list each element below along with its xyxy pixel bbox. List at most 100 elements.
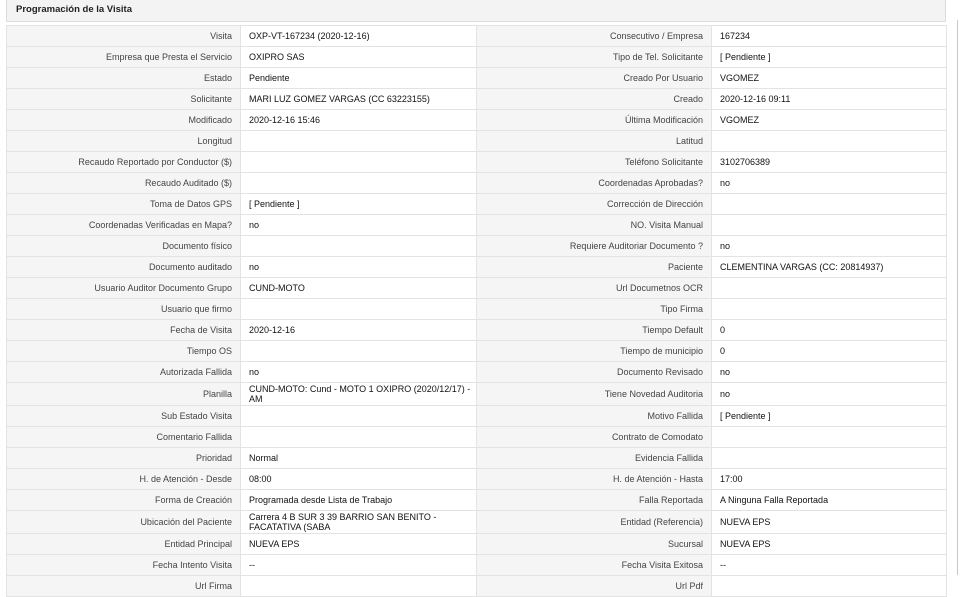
- field-value: [240, 130, 477, 152]
- field-label: Tipo de Tel. Solicitante: [476, 46, 712, 68]
- field-label: Corrección de Dirección: [476, 193, 712, 215]
- field-value: NUEVA EPS: [240, 533, 477, 555]
- field-label: Planilla: [6, 382, 241, 406]
- field-label: Tiempo OS: [6, 340, 241, 362]
- field-value: [711, 298, 947, 320]
- field-value: 3102706389: [711, 151, 947, 173]
- table-row: Tiempo OS Tiempo de municipio 0: [6, 340, 947, 362]
- field-value: [711, 193, 947, 215]
- visit-schedule-panel: Programación de la Visita Visita OXP-VT-1…: [6, 0, 947, 597]
- field-value: --: [711, 554, 947, 576]
- vertical-scrollbar[interactable]: [957, 20, 958, 575]
- field-label: Teléfono Solicitante: [476, 151, 712, 173]
- field-label: Comentario Fallida: [6, 426, 241, 448]
- field-label: Contrato de Comodato: [476, 426, 712, 448]
- field-value: VGOMEZ: [711, 109, 947, 131]
- field-value: NUEVA EPS: [711, 510, 947, 534]
- field-value: no: [711, 382, 947, 406]
- field-value: CLEMENTINA VARGAS (CC: 20814937): [711, 256, 947, 278]
- field-value: MARI LUZ GOMEZ VARGAS (CC 63223155): [240, 88, 477, 110]
- field-value: [711, 426, 947, 448]
- field-label: Empresa que Presta el Servicio: [6, 46, 241, 68]
- field-value: no: [240, 361, 477, 383]
- field-label: Url Firma: [6, 575, 241, 597]
- field-label: Motivo Fallida: [476, 405, 712, 427]
- field-value: [ Pendiente ]: [711, 405, 947, 427]
- table-row: Estado Pendiente Creado Por Usuario VGOMEZ: [6, 67, 947, 89]
- field-label: Solicitante: [6, 88, 241, 110]
- table-row: Empresa que Presta el Servicio OXIPRO SAS…: [6, 46, 947, 68]
- field-label: Visita: [6, 25, 241, 47]
- field-label: Creado: [476, 88, 712, 110]
- table-row: Usuario Auditor Documento Grupo CUND-MOTO…: [6, 277, 947, 299]
- field-value: NUEVA EPS: [711, 533, 947, 555]
- field-value: [711, 575, 947, 597]
- field-value: [240, 298, 477, 320]
- field-value: CUND-MOTO: Cund - MOTO 1 OXIPRO (2020/12…: [240, 382, 477, 406]
- field-label: Estado: [6, 67, 241, 89]
- table-row: Forma de Creación Programada desde Lista …: [6, 489, 947, 511]
- field-value: Pendiente: [240, 67, 477, 89]
- field-label: Url Pdf: [476, 575, 712, 597]
- table-row: Coordenadas Verificadas en Mapa? no NO. V…: [6, 214, 947, 236]
- field-label: Longitud: [6, 130, 241, 152]
- field-label: Modificado: [6, 109, 241, 131]
- field-label: Recaudo Reportado por Conductor ($): [6, 151, 241, 173]
- field-label: Documento Revisado: [476, 361, 712, 383]
- table-row: Toma de Datos GPS[ Pendiente ] Corrección…: [6, 193, 947, 215]
- field-label: Evidencia Fallida: [476, 447, 712, 469]
- field-value: 2020-12-16 15:46: [240, 109, 477, 131]
- field-value: no: [711, 361, 947, 383]
- field-value: 17:00: [711, 468, 947, 490]
- table-row: H. de Atención - Desde 08:00 H. de Atenció…: [6, 468, 947, 490]
- field-label: Coordenadas Aprobadas?: [476, 172, 712, 194]
- field-value: Programada desde Lista de Trabajo: [240, 489, 477, 511]
- table-row: Entidad Principal NUEVA EPS Sucursal NUEVA …: [6, 533, 947, 555]
- field-label: Consecutivo / Empresa: [476, 25, 712, 47]
- table-row: Recaudo Auditado ($) Coordenadas Aprobada…: [6, 172, 947, 194]
- field-value: 2020-12-16: [240, 319, 477, 341]
- table-row: Visita OXP-VT-167234 (2020-12-16) Consecut…: [6, 25, 947, 47]
- field-value: A Ninguna Falla Reportada: [711, 489, 947, 511]
- table-row: Fecha Intento Visita -- Fecha Visita Exit…: [6, 554, 947, 576]
- field-value: CUND-MOTO: [240, 277, 477, 299]
- field-value: [240, 172, 477, 194]
- field-label: Latitud: [476, 130, 712, 152]
- field-label: Recaudo Auditado ($): [6, 172, 241, 194]
- table-row: Usuario que firmo Tipo Firma: [6, 298, 947, 320]
- table-row: Sub Estado Visita Motivo Fallida[ Pendien…: [6, 405, 947, 427]
- table-row: Url Firma Url Pdf: [6, 575, 947, 597]
- field-label: Autorizada Fallida: [6, 361, 241, 383]
- field-value: OXP-VT-167234 (2020-12-16): [240, 25, 477, 47]
- field-value: 0: [711, 340, 947, 362]
- field-value: [240, 340, 477, 362]
- field-value: no: [240, 256, 477, 278]
- field-value: no: [711, 235, 947, 257]
- field-value: [240, 151, 477, 173]
- table-row: Planilla CUND-MOTO: Cund - MOTO 1 OXIPRO …: [6, 382, 947, 406]
- field-label: Fecha Visita Exitosa: [476, 554, 712, 576]
- field-value: [240, 235, 477, 257]
- field-label: H. de Atención - Hasta: [476, 468, 712, 490]
- visit-details-table: Visita OXP-VT-167234 (2020-12-16) Consecut…: [6, 25, 947, 597]
- field-label: Última Modificación: [476, 109, 712, 131]
- field-value: 167234: [711, 25, 947, 47]
- field-value: [711, 277, 947, 299]
- field-label: Documento auditado: [6, 256, 241, 278]
- field-label: Tiene Novedad Auditoria: [476, 382, 712, 406]
- field-label: Documento físico: [6, 235, 241, 257]
- panel-title: Programación de la Visita: [6, 0, 946, 22]
- field-value: [711, 130, 947, 152]
- field-label: Sucursal: [476, 533, 712, 555]
- field-label: Coordenadas Verificadas en Mapa?: [6, 214, 241, 236]
- field-value: [240, 405, 477, 427]
- field-value: [ Pendiente ]: [240, 193, 477, 215]
- field-label: Toma de Datos GPS: [6, 193, 241, 215]
- field-label: NO. Visita Manual: [476, 214, 712, 236]
- table-row: Documento físico Requiere Auditoriar Docu…: [6, 235, 947, 257]
- field-value: 0: [711, 319, 947, 341]
- field-label: Falla Reportada: [476, 489, 712, 511]
- table-row: Documento auditado no Paciente CLEMENTINA …: [6, 256, 947, 278]
- table-row: Comentario Fallida Contrato de Comodato: [6, 426, 947, 448]
- field-value: [ Pendiente ]: [711, 46, 947, 68]
